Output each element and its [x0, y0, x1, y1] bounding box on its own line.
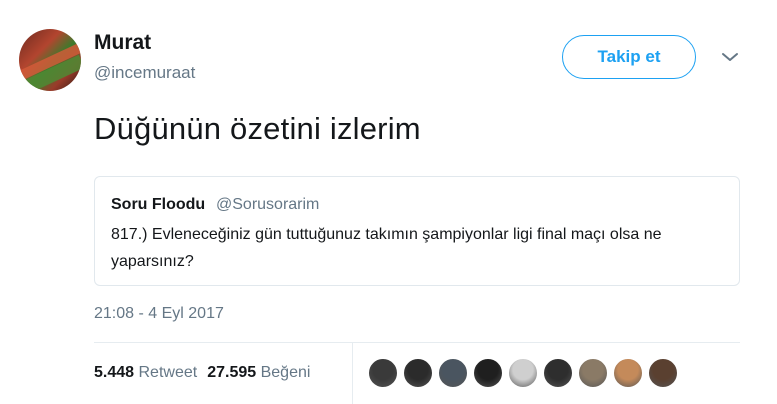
author-name[interactable]: Murat	[94, 31, 151, 55]
divider	[94, 342, 740, 343]
liker-avatar-8[interactable]	[613, 358, 643, 388]
likers-avatars	[368, 358, 683, 388]
tweet-text: Düğünün özetini izlerim	[94, 111, 421, 146]
like-label: Beğeni	[260, 364, 311, 381]
liker-avatar-4[interactable]	[473, 358, 503, 388]
retweet-count-link[interactable]: 5.448 Retweet	[94, 364, 197, 381]
liker-avatar-5[interactable]	[508, 358, 538, 388]
retweet-count: 5.448	[94, 364, 135, 381]
author-handle[interactable]: @incemuraat	[94, 63, 195, 83]
engagement-stats: 5.448 Retweet 27.595 Beğeni	[94, 364, 310, 382]
liker-avatar-6[interactable]	[543, 358, 573, 388]
quoted-tweet-card[interactable]: Soru Floodu @Sorusorarim 817.) Evleneceğ…	[94, 176, 740, 286]
quoted-author-handle: @Sorusorarim	[216, 196, 320, 213]
chevron-down-icon[interactable]	[720, 50, 740, 64]
like-count: 27.595	[207, 364, 257, 381]
quoted-author-name: Soru Floodu	[111, 196, 206, 213]
liker-avatar-7[interactable]	[578, 358, 608, 388]
liker-avatar-3[interactable]	[438, 358, 468, 388]
stats-separator	[352, 343, 353, 404]
liker-avatar-2[interactable]	[403, 358, 433, 388]
like-count-link[interactable]: 27.595 Beğeni	[207, 364, 310, 381]
tweet-timestamp[interactable]: 21:08 - 4 Eyl 2017	[94, 305, 224, 323]
follow-button[interactable]: Takip et	[562, 35, 696, 79]
retweet-label: Retweet	[138, 364, 198, 381]
quoted-tweet-text: 817.) Evleneceğiniz gün tuttuğunuz takım…	[111, 226, 662, 270]
liker-avatar-9[interactable]	[648, 358, 678, 388]
liker-avatar-1[interactable]	[368, 358, 398, 388]
author-avatar[interactable]	[19, 29, 81, 91]
